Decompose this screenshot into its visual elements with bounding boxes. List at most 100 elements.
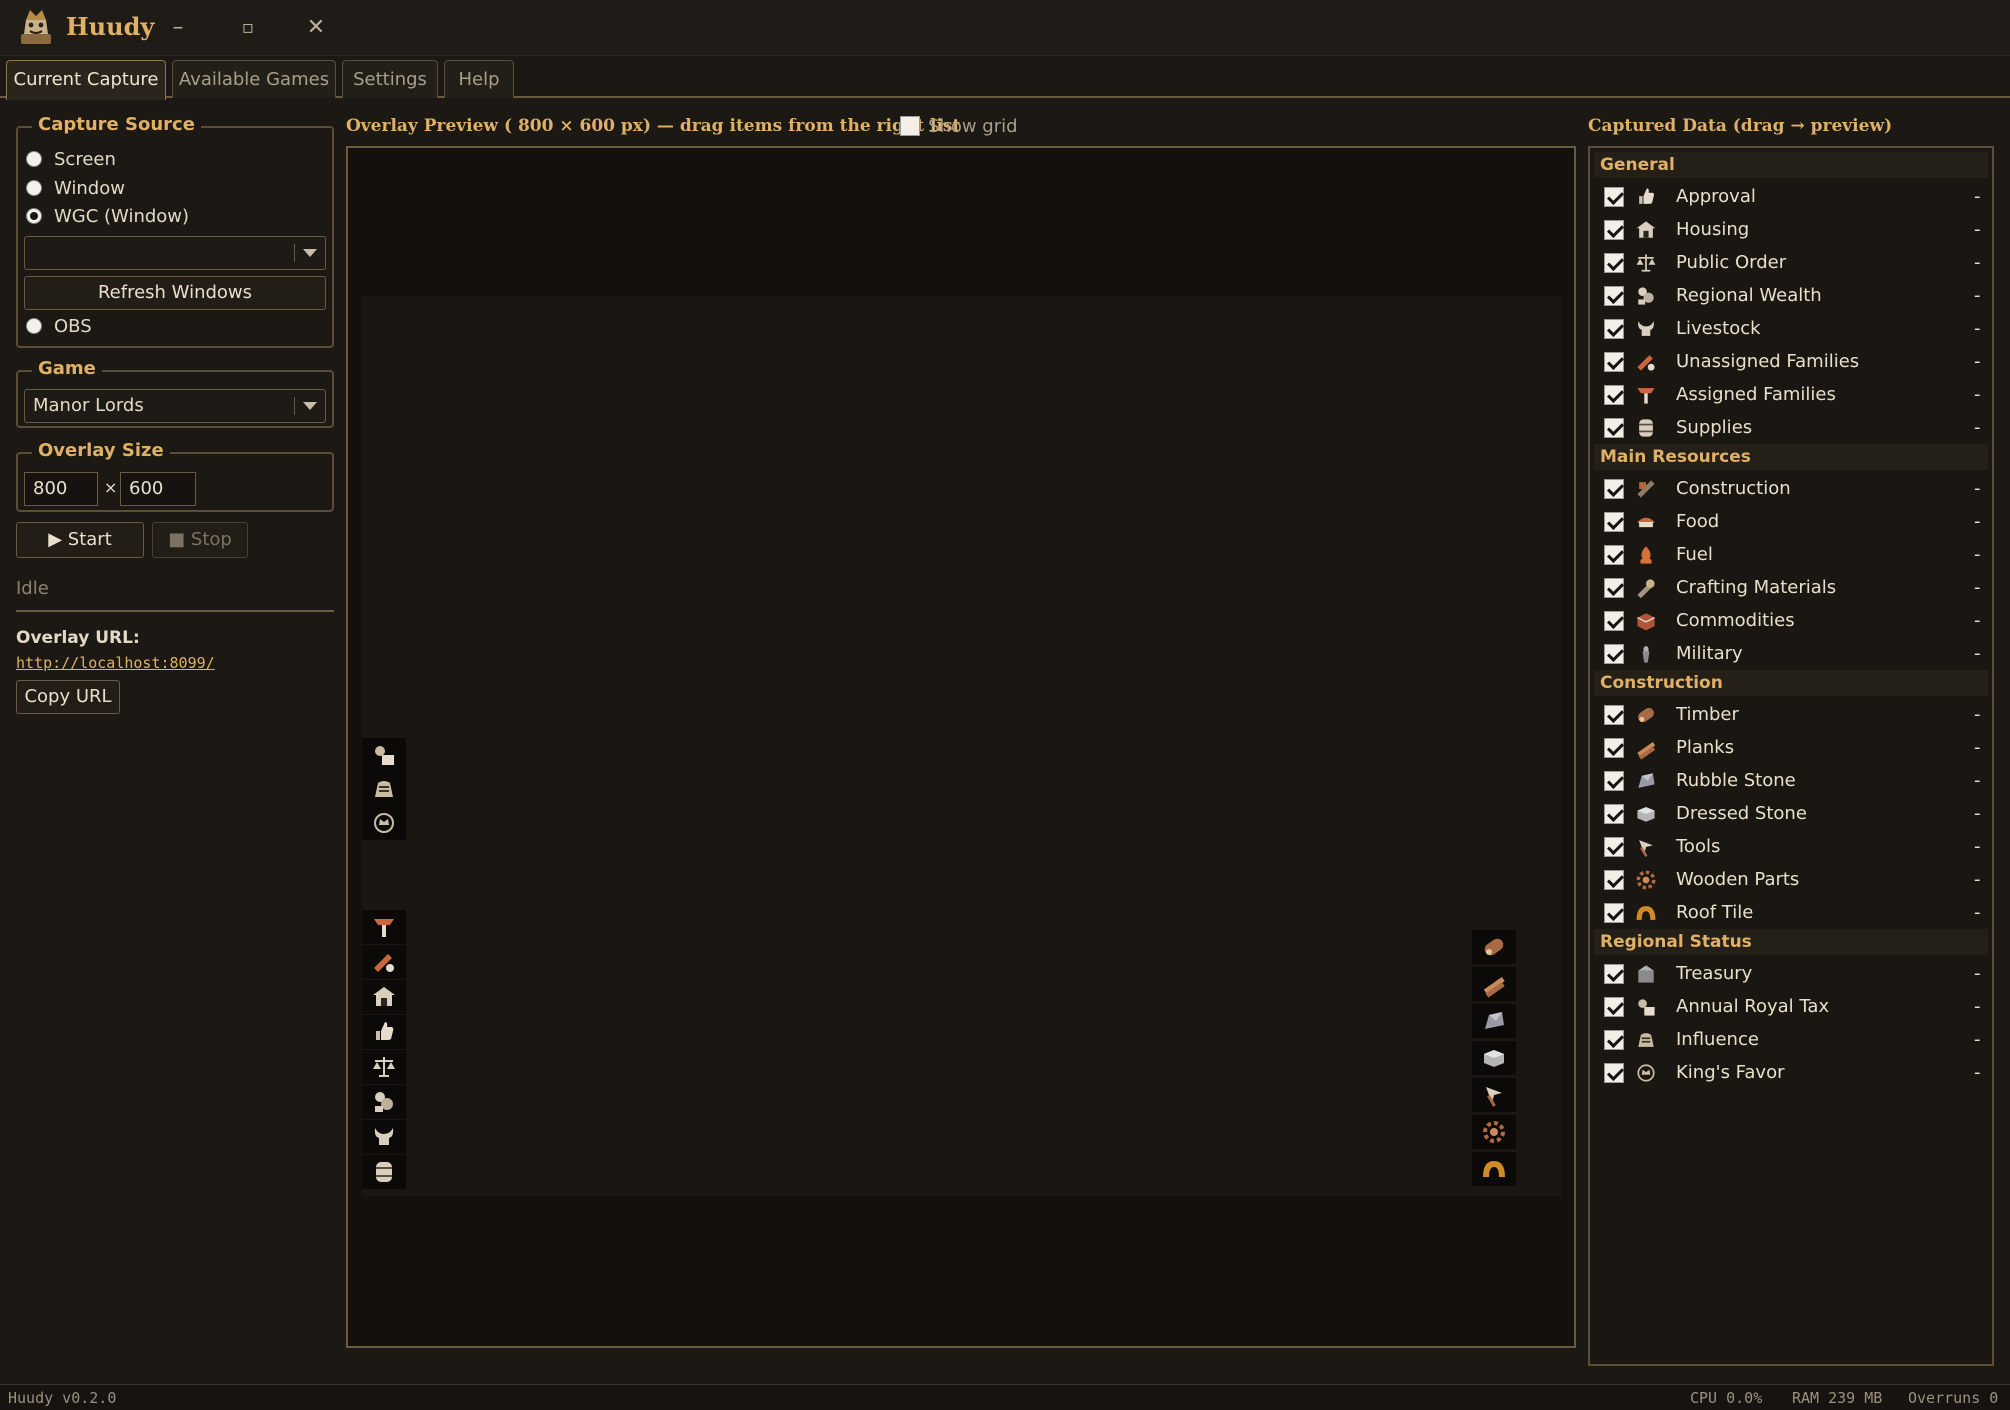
tab-available-games[interactable]: Available Games	[172, 60, 336, 98]
item-checkbox[interactable]	[1604, 318, 1624, 339]
data-item-approval[interactable]: Approval -	[1604, 180, 1988, 213]
stop-button[interactable]: ■ Stop	[152, 522, 248, 558]
kings-favor-icon[interactable]	[362, 806, 406, 840]
item-checkbox[interactable]	[1604, 770, 1624, 791]
data-item-influence[interactable]: Influence -	[1604, 1023, 1988, 1056]
data-item-construction[interactable]: Construction -	[1604, 472, 1988, 505]
housing-icon[interactable]	[362, 980, 406, 1014]
data-item-food[interactable]: Food -	[1604, 505, 1988, 538]
data-item-housing[interactable]: Housing -	[1604, 213, 1988, 246]
rubble-stone-icon[interactable]	[1472, 1004, 1516, 1038]
data-item-kings-favor[interactable]: King's Favor -	[1604, 1056, 1988, 1089]
item-checkbox[interactable]	[1604, 610, 1624, 631]
radio-indicator[interactable]	[26, 151, 42, 167]
data-item-unassigned-families[interactable]: Unassigned Families -	[1604, 345, 1988, 378]
show-grid-label: Show grid	[928, 116, 1018, 137]
radio-indicator[interactable]	[26, 208, 42, 224]
item-checkbox[interactable]	[1604, 963, 1624, 984]
data-item-royal-tax[interactable]: Annual Royal Tax -	[1604, 990, 1988, 1023]
item-checkbox[interactable]	[1604, 643, 1624, 664]
item-checkbox[interactable]	[1604, 351, 1624, 372]
show-grid-checkbox[interactable]	[900, 116, 920, 136]
roof-tile-icon[interactable]	[1472, 1152, 1516, 1186]
chevron-down-icon[interactable]	[303, 402, 317, 410]
royal-tax-icon[interactable]	[362, 738, 406, 772]
data-item-roof-tile[interactable]: Roof Tile -	[1604, 896, 1988, 929]
radio-obs[interactable]: OBS	[26, 313, 92, 339]
data-item-commodities[interactable]: Commodities -	[1604, 604, 1988, 637]
dressed-stone-icon[interactable]	[1472, 1041, 1516, 1075]
data-item-fuel[interactable]: Fuel -	[1604, 538, 1988, 571]
radio-window[interactable]: Window	[26, 175, 125, 201]
item-checkbox[interactable]	[1604, 478, 1624, 499]
close-button[interactable]: ✕	[296, 12, 336, 44]
start-button[interactable]: ▶ Start	[16, 522, 144, 558]
public-order-icon[interactable]	[362, 1050, 406, 1084]
item-checkbox[interactable]	[1604, 704, 1624, 725]
item-checkbox[interactable]	[1604, 1029, 1624, 1050]
data-item-treasury[interactable]: Treasury -	[1604, 957, 1988, 990]
approval-icon[interactable]	[362, 1015, 406, 1049]
item-checkbox[interactable]	[1604, 902, 1624, 923]
item-checkbox[interactable]	[1604, 544, 1624, 565]
item-checkbox[interactable]	[1604, 186, 1624, 207]
item-checkbox[interactable]	[1604, 577, 1624, 598]
item-checkbox[interactable]	[1604, 996, 1624, 1017]
radio-wgc-window[interactable]: WGC (Window)	[26, 203, 189, 229]
captured-data-list[interactable]: General Approval - Housing - Public Order - Reg…	[1588, 146, 1994, 1366]
refresh-windows-button[interactable]: Refresh Windows	[24, 276, 326, 310]
overlay-height-input[interactable]: 600	[120, 472, 196, 506]
data-item-public-order[interactable]: Public Order -	[1604, 246, 1988, 279]
item-checkbox[interactable]	[1604, 803, 1624, 824]
data-item-supplies[interactable]: Supplies -	[1604, 411, 1988, 444]
item-checkbox[interactable]	[1604, 384, 1624, 405]
data-item-livestock[interactable]: Livestock -	[1604, 312, 1988, 345]
tab-settings[interactable]: Settings	[342, 60, 438, 98]
data-item-dressed-stone[interactable]: Dressed Stone -	[1604, 797, 1988, 830]
planks-icon[interactable]	[1472, 967, 1516, 1001]
livestock-icon[interactable]	[362, 1120, 406, 1154]
unassigned-families-icon[interactable]	[362, 945, 406, 979]
window-select[interactable]	[24, 236, 326, 270]
app-title: Huudy	[66, 12, 155, 41]
minimize-button[interactable]: –	[158, 12, 198, 44]
item-checkbox[interactable]	[1604, 869, 1624, 890]
data-item-wooden-parts[interactable]: Wooden Parts -	[1604, 863, 1988, 896]
item-checkbox[interactable]	[1604, 417, 1624, 438]
data-item-timber[interactable]: Timber -	[1604, 698, 1988, 731]
supplies-icon	[1634, 416, 1658, 440]
tools-icon[interactable]	[1472, 1078, 1516, 1112]
game-select[interactable]: Manor Lords	[24, 389, 326, 423]
maximize-button[interactable]: ▫	[228, 12, 268, 44]
data-item-regional-wealth[interactable]: Regional Wealth -	[1604, 279, 1988, 312]
radio-indicator[interactable]	[26, 180, 42, 196]
item-checkbox[interactable]	[1604, 219, 1624, 240]
data-item-planks[interactable]: Planks -	[1604, 731, 1988, 764]
timber-icon[interactable]	[1472, 930, 1516, 964]
radio-screen[interactable]: Screen	[26, 146, 116, 172]
radio-indicator[interactable]	[26, 318, 42, 334]
data-item-crafting-materials[interactable]: Crafting Materials -	[1604, 571, 1988, 604]
assigned-families-icon[interactable]	[362, 910, 406, 944]
chevron-down-icon[interactable]	[303, 249, 317, 257]
item-checkbox[interactable]	[1604, 511, 1624, 532]
overlay-canvas[interactable]	[362, 296, 1562, 1196]
regional-wealth-icon[interactable]	[362, 1085, 406, 1119]
item-checkbox[interactable]	[1604, 252, 1624, 273]
influence-icon[interactable]	[362, 772, 406, 806]
overlay-url-link[interactable]: http://localhost:8099/	[16, 654, 215, 672]
data-item-tools[interactable]: Tools -	[1604, 830, 1988, 863]
data-item-military[interactable]: Military -	[1604, 637, 1988, 670]
data-item-rubble-stone[interactable]: Rubble Stone -	[1604, 764, 1988, 797]
overlay-width-input[interactable]: 800	[24, 472, 98, 506]
item-checkbox[interactable]	[1604, 285, 1624, 306]
data-item-assigned-families[interactable]: Assigned Families -	[1604, 378, 1988, 411]
tab-help[interactable]: Help	[444, 60, 514, 98]
supplies-icon[interactable]	[362, 1155, 406, 1189]
item-checkbox[interactable]	[1604, 836, 1624, 857]
copy-url-button[interactable]: Copy URL	[16, 680, 120, 714]
item-checkbox[interactable]	[1604, 1062, 1624, 1083]
tab-current-capture[interactable]: Current Capture	[6, 60, 166, 100]
item-checkbox[interactable]	[1604, 737, 1624, 758]
wooden-parts-icon[interactable]	[1472, 1115, 1516, 1149]
